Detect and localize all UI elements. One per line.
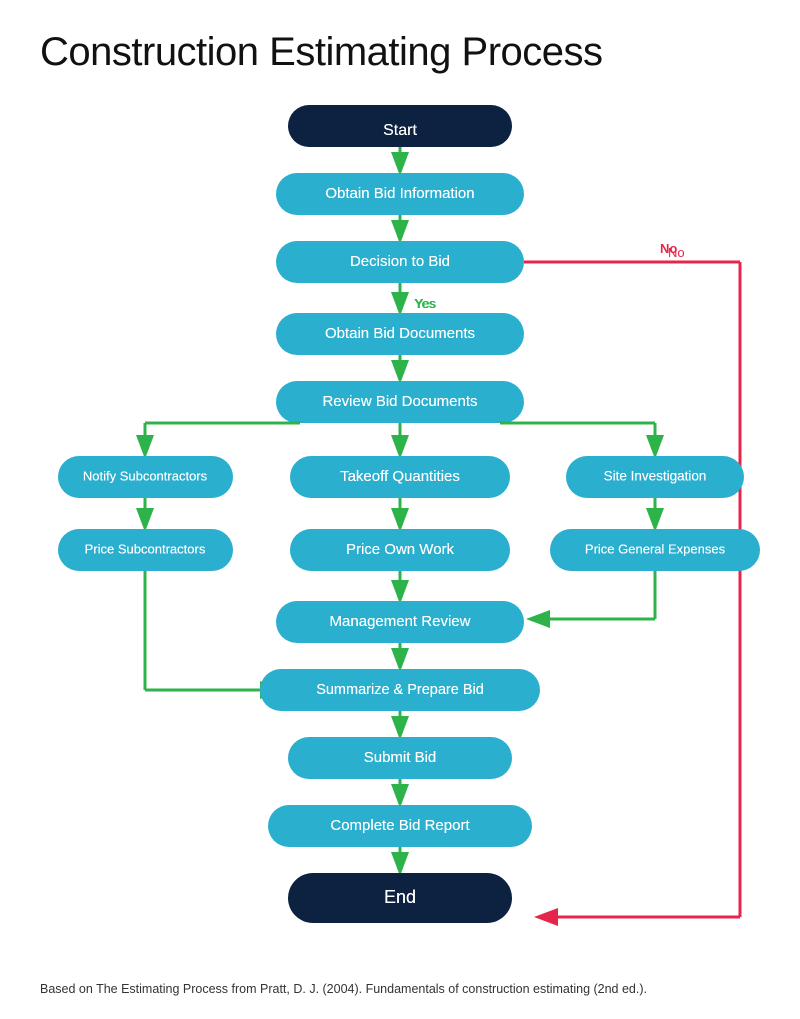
svg-text:Obtain Bid Documents: Obtain Bid Documents [325,325,475,342]
svg-text:Price Subcontractors: Price Subcontractors [85,541,206,556]
svg-text:Obtain Bid Information: Obtain Bid Information [325,185,474,202]
svg-text:No: No [660,241,677,256]
svg-text:End: End [384,887,416,907]
svg-text:Management Review: Management Review [330,613,471,630]
svg-text:Summarize & Prepare Bid: Summarize & Prepare Bid [316,682,484,698]
svg-text:Site Investigation: Site Investigation [604,469,707,484]
footer-citation: Based on The Estimating Process from Pra… [40,980,760,999]
page-title: Construction Estimating Process [40,30,760,75]
svg-text:Submit Bid: Submit Bid [364,749,437,766]
svg-text:Decision to Bid: Decision to Bid [350,253,450,270]
svg-text:Yes: Yes [414,296,436,311]
flowchart-diagram: Start Obtain Bid Information Decision to… [40,95,760,965]
svg-text:Price General Expenses: Price General Expenses [585,541,726,556]
svg-text:Review Bid Documents: Review Bid Documents [322,393,477,410]
svg-text:Complete Bid Report: Complete Bid Report [330,817,470,834]
svg-text:Start: Start [383,122,417,139]
svg-text:Notify Subcontractors: Notify Subcontractors [83,468,208,483]
svg-text:Price Own Work: Price Own Work [346,541,455,558]
svg-text:Takeoff Quantities: Takeoff Quantities [340,468,460,485]
